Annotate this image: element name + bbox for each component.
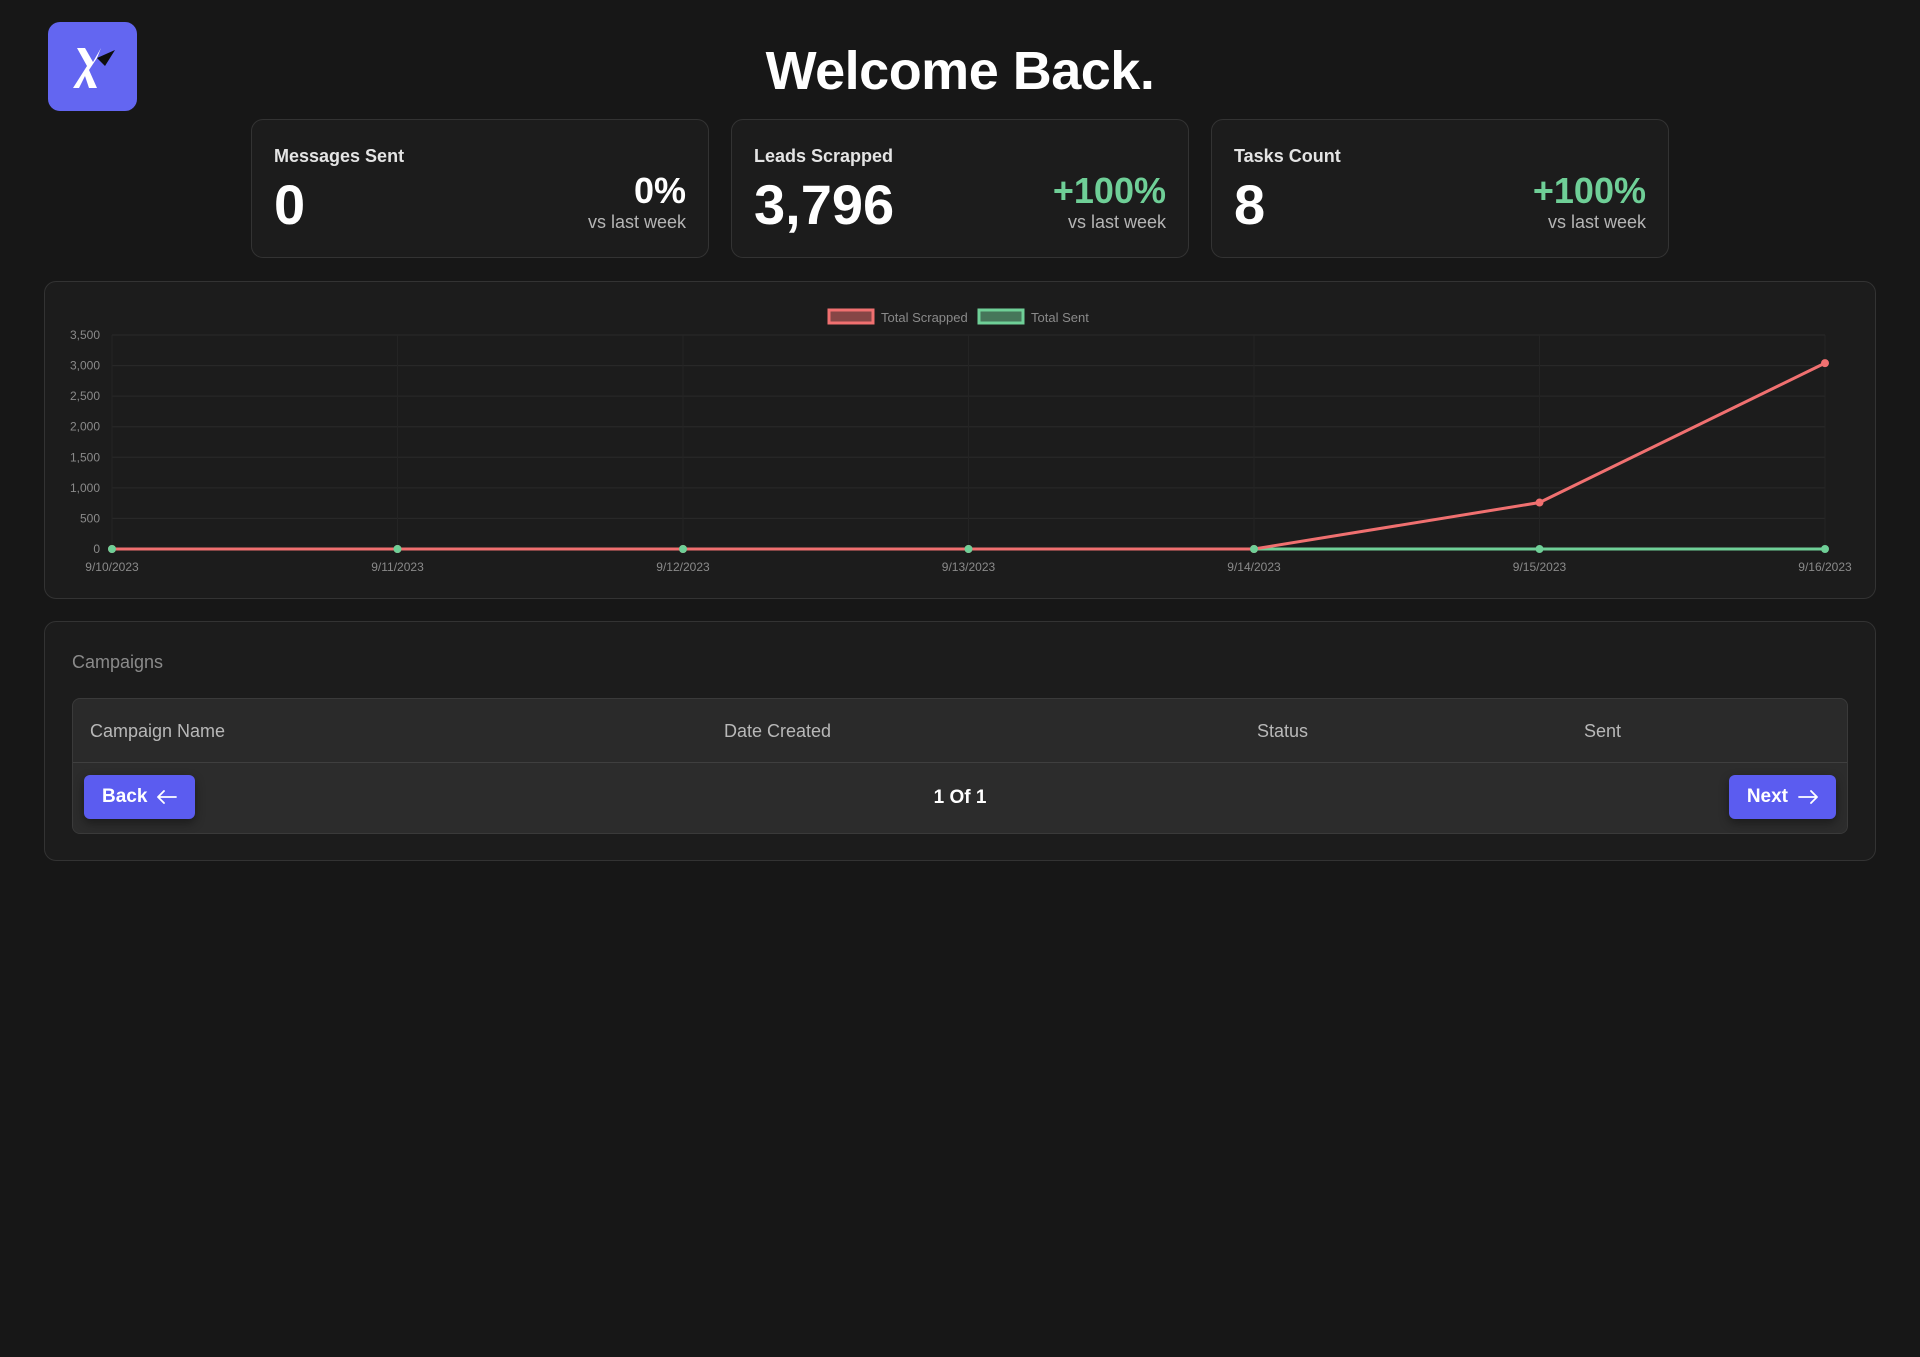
x-tick-label: 9/12/2023 — [656, 560, 710, 574]
next-button[interactable]: Next — [1728, 775, 1836, 819]
next-button-label: Next — [1746, 786, 1788, 807]
data-point — [108, 545, 116, 553]
stat-delta: +100% — [1532, 170, 1646, 211]
y-tick-label: 0 — [93, 542, 100, 556]
stat-delta: +100% — [1052, 170, 1166, 211]
x-tick-label: 9/13/2023 — [942, 560, 996, 574]
stat-comparison: vs last week — [1067, 212, 1166, 232]
legend-label: Total Sent — [1031, 310, 1089, 325]
page-indicator: 1 Of 1 — [933, 787, 987, 808]
data-point — [393, 545, 402, 553]
stat-value: 0 — [274, 173, 306, 236]
stat-comparison: vs last week — [1547, 212, 1646, 232]
x-tick-label: 9/16/2023 — [1798, 560, 1852, 574]
x-tick-label: 9/11/2023 — [371, 560, 424, 574]
y-tick-label: 3,000 — [70, 359, 100, 373]
y-tick-label: 1,500 — [70, 450, 100, 464]
data-point — [1250, 545, 1258, 553]
y-tick-label: 2,000 — [70, 420, 100, 434]
legend-swatch — [827, 308, 875, 325]
page-title: Welcome Back. — [765, 41, 1155, 101]
campaigns-table: Campaign Name Date Created Status Sent B… — [72, 698, 1848, 834]
stat-value: 8 — [1234, 173, 1266, 236]
leads-line-chart: 0 500 1,000 1,500 2,000 2,500 3,000 3,500 9/10/2… — [70, 308, 1852, 574]
stat-card-messages-sent: Messages Sent 0 0% vs last week — [251, 119, 709, 258]
campaigns-card: Campaigns Campaign Name Date Created Sta… — [44, 621, 1876, 861]
campaigns-title: Campaigns — [72, 652, 164, 672]
data-point — [1821, 545, 1829, 553]
data-point — [1535, 498, 1544, 507]
legend-swatch — [977, 308, 1025, 325]
x-tick-label: 9/15/2023 — [1513, 560, 1567, 574]
stat-label: Leads Scrapped — [754, 146, 894, 166]
stat-delta: 0% — [633, 170, 686, 211]
column-header-status[interactable]: Status — [1257, 721, 1308, 742]
stat-comparison: vs last week — [587, 212, 686, 232]
column-header-date-created[interactable]: Date Created — [724, 721, 831, 742]
stat-card-leads-scrapped: Leads Scrapped 3,796 +100% vs last week — [731, 119, 1189, 258]
data-point — [1535, 545, 1544, 553]
leads-chart-card: 0 500 1,000 1,500 2,000 2,500 3,000 3,500 9/10/2… — [44, 281, 1876, 599]
legend-label: Total Scrapped — [881, 310, 968, 325]
column-header-campaign-name[interactable]: Campaign Name — [90, 721, 225, 742]
stat-label: Tasks Count — [1234, 146, 1341, 166]
column-header-sent[interactable]: Sent — [1584, 721, 1621, 742]
stat-card-tasks-count: Tasks Count 8 +100% vs last week — [1211, 119, 1669, 258]
y-tick-label: 3,500 — [70, 328, 100, 342]
data-point — [1821, 359, 1829, 368]
x-tick-label: 9/14/2023 — [1227, 560, 1281, 574]
stat-label: Messages Sent — [274, 146, 405, 166]
arrow-right-icon — [1798, 790, 1818, 804]
stats-row: Messages Sent 0 0% vs last week Leads Sc… — [251, 119, 1669, 258]
stat-value: 3,796 — [754, 173, 895, 236]
data-point — [679, 545, 687, 553]
x-tick-label: 9/10/2023 — [85, 560, 139, 574]
table-pagination: Back 1 Of 1 Next — [73, 763, 1847, 833]
y-tick-label: 2,500 — [70, 389, 100, 403]
y-tick-label: 500 — [80, 511, 100, 525]
table-header: Campaign Name Date Created Status Sent — [73, 699, 1847, 763]
data-point — [964, 545, 973, 553]
y-tick-label: 1,000 — [70, 481, 100, 495]
